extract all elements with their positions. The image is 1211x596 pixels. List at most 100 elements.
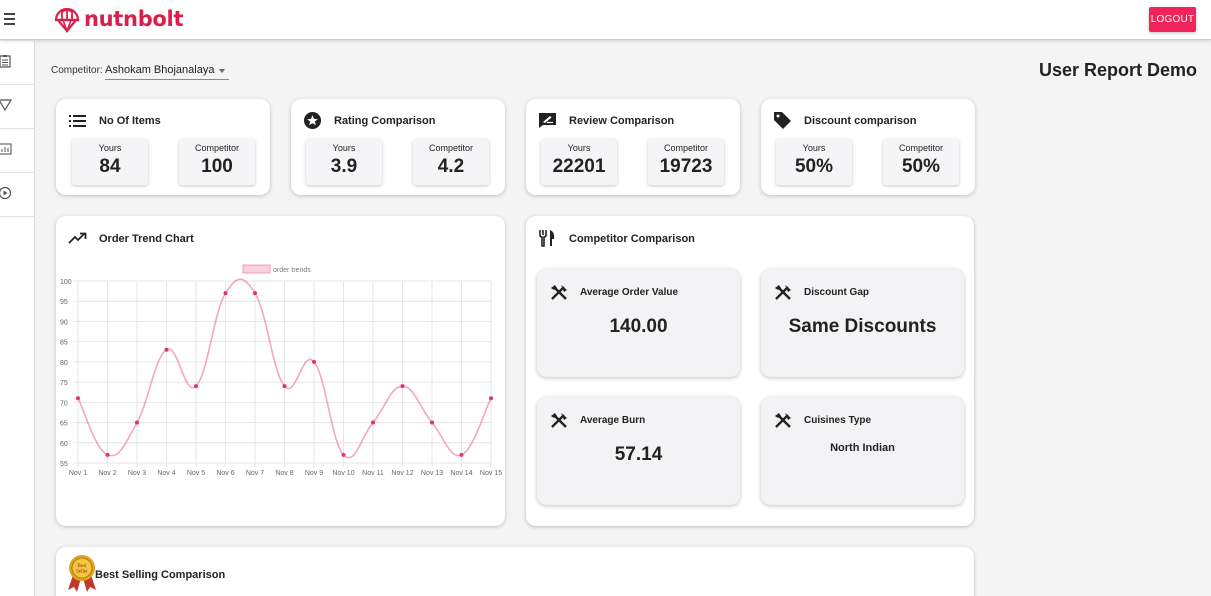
subcard-value: 57.14 bbox=[614, 444, 663, 465]
x-tick-label: Nov 9 bbox=[305, 470, 323, 477]
x-tick-label: Nov 5 bbox=[187, 470, 205, 477]
fork-knife-cross-icon bbox=[551, 413, 567, 428]
yours-value: 50% bbox=[794, 156, 834, 177]
play-circle-icon bbox=[0, 186, 12, 200]
competitor-value: 50% bbox=[901, 156, 941, 177]
legend-label: order trends bbox=[273, 267, 311, 274]
data-point bbox=[164, 347, 169, 352]
yours-stat: Yours 84 bbox=[72, 139, 148, 185]
yours-stat: Yours 22201 bbox=[541, 139, 617, 185]
card-title: Discount comparison bbox=[804, 115, 917, 127]
data-point bbox=[371, 420, 375, 425]
card-discount-comparison: Discount comparison Yours 50% Competitor… bbox=[761, 99, 975, 195]
subcard-value: 140.00 bbox=[609, 316, 668, 337]
data-point bbox=[400, 384, 405, 389]
card-order-trend: Order Trend Chart 55 60 65 70 75 80 85 90 95 100 N… bbox=[56, 216, 505, 526]
bar-chart-icon bbox=[0, 143, 12, 155]
nut-bolt-logo-icon bbox=[54, 7, 80, 34]
logout-button[interactable]: LOGOUT bbox=[1149, 7, 1196, 32]
data-point bbox=[253, 291, 257, 296]
yours-label: Yours bbox=[567, 143, 591, 153]
competitor-stat: Competitor 19723 bbox=[648, 139, 724, 185]
y-tick-label: 100 bbox=[60, 279, 72, 286]
y-tick-label: 60 bbox=[60, 441, 68, 448]
utensils-icon bbox=[539, 230, 555, 247]
star-circle-icon bbox=[303, 111, 322, 130]
data-point bbox=[194, 384, 198, 389]
subcard-title: Discount Gap bbox=[804, 287, 870, 298]
competitor-value: 19723 bbox=[659, 156, 713, 177]
brand-logo[interactable]: nutnbolt bbox=[52, 3, 183, 35]
card-rating-comparison: Rating Comparison Yours 3.9 Competitor 4… bbox=[291, 99, 505, 195]
competitor-label: Competitor: bbox=[51, 65, 103, 76]
card-review-comparison: Review Comparison Yours 22201 Competitor… bbox=[526, 99, 740, 195]
clipboard-icon bbox=[0, 55, 11, 68]
competitor-select[interactable]: Ashokam Bhojanalaya bbox=[105, 61, 229, 80]
rail-item-bar-chart[interactable] bbox=[0, 129, 35, 173]
x-tick-label: Nov 10 bbox=[332, 470, 354, 477]
page-title: User Report Demo bbox=[1038, 60, 1197, 80]
order-trend-chart: 55 60 65 70 75 80 85 90 95 100 Nov 1 Nov 2 Nov 3 Nov … bbox=[60, 264, 502, 477]
x-tick-label: Nov 14 bbox=[450, 470, 472, 477]
card-no-of-items: No Of Items Yours 84 Competitor 100 bbox=[56, 99, 270, 195]
competitor-stat: Competitor 100 bbox=[179, 139, 255, 185]
card-title: Best Selling Comparison bbox=[95, 569, 226, 581]
tag-icon bbox=[774, 112, 791, 129]
discount-gap-card: Discount Gap Same Discounts bbox=[761, 269, 964, 377]
x-tick-label: Nov 13 bbox=[421, 470, 443, 477]
badge-text-line2: Seller bbox=[76, 570, 88, 575]
app-bar: nutnbolt LOGOUT bbox=[0, 0, 1211, 40]
y-tick-label: 85 bbox=[60, 340, 68, 347]
data-point bbox=[489, 396, 493, 401]
subcard-value: North Indian bbox=[830, 442, 895, 454]
x-tick-label: Nov 11 bbox=[362, 470, 384, 477]
x-tick-label: Nov 8 bbox=[275, 470, 293, 477]
subcard-title: Average Order Value bbox=[580, 287, 679, 298]
yours-value: 84 bbox=[99, 156, 121, 177]
data-point bbox=[105, 452, 110, 457]
caret-down-icon bbox=[219, 69, 225, 73]
card-title: Rating Comparison bbox=[334, 115, 436, 127]
yours-stat: Yours 50% bbox=[776, 139, 852, 185]
x-tick-label: Nov 2 bbox=[98, 470, 116, 477]
average-burn-card: Average Burn 57.14 bbox=[537, 397, 740, 505]
subcard-title: Average Burn bbox=[580, 415, 646, 426]
x-tick-label: Nov 15 bbox=[480, 470, 502, 477]
card-best-selling: Best Seller Best Selling Comparison bbox=[56, 547, 974, 596]
list-icon bbox=[69, 115, 86, 127]
subcard-value: Same Discounts bbox=[788, 316, 937, 337]
y-tick-label: 75 bbox=[60, 380, 68, 387]
competitor-label: Competitor bbox=[428, 143, 473, 153]
data-point bbox=[76, 396, 80, 401]
menu-icon[interactable] bbox=[2, 10, 20, 30]
x-tick-label: Nov 7 bbox=[246, 470, 264, 477]
data-point bbox=[459, 452, 464, 457]
x-tick-label: Nov 12 bbox=[391, 470, 413, 477]
yours-label: Yours bbox=[98, 143, 122, 153]
cuisines-type-card: Cuisines Type North Indian bbox=[761, 397, 964, 505]
rail-item-play[interactable] bbox=[0, 173, 35, 217]
card-competitor-comparison: Competitor Comparison Average Order Valu… bbox=[526, 216, 974, 526]
y-tick-label: 80 bbox=[60, 360, 68, 367]
data-point bbox=[312, 359, 316, 364]
y-tick-label: 65 bbox=[60, 421, 68, 428]
fork-knife-cross-icon bbox=[775, 413, 791, 428]
yours-stat: Yours 3.9 bbox=[306, 139, 382, 185]
data-point bbox=[282, 384, 287, 389]
fork-knife-cross-icon bbox=[551, 285, 567, 300]
data-point bbox=[341, 452, 346, 457]
y-tick-label: 70 bbox=[60, 400, 68, 407]
competitor-stat: Competitor 4.2 bbox=[413, 139, 489, 185]
filter-icon bbox=[0, 99, 12, 112]
competitor-label: Competitor bbox=[194, 143, 239, 153]
rail-item-filter[interactable] bbox=[0, 85, 35, 129]
x-tick-label: Nov 1 bbox=[69, 470, 87, 477]
badge-text-line1: Best bbox=[78, 564, 88, 569]
card-title: Review Comparison bbox=[569, 115, 675, 127]
data-point bbox=[430, 420, 434, 425]
rail-item-clipboard[interactable] bbox=[0, 41, 35, 85]
yours-value: 22201 bbox=[552, 156, 606, 177]
subcard-title: Cuisines Type bbox=[804, 415, 872, 426]
x-tick-label: Nov 4 bbox=[157, 470, 175, 477]
competitor-value: 4.2 bbox=[437, 156, 465, 177]
